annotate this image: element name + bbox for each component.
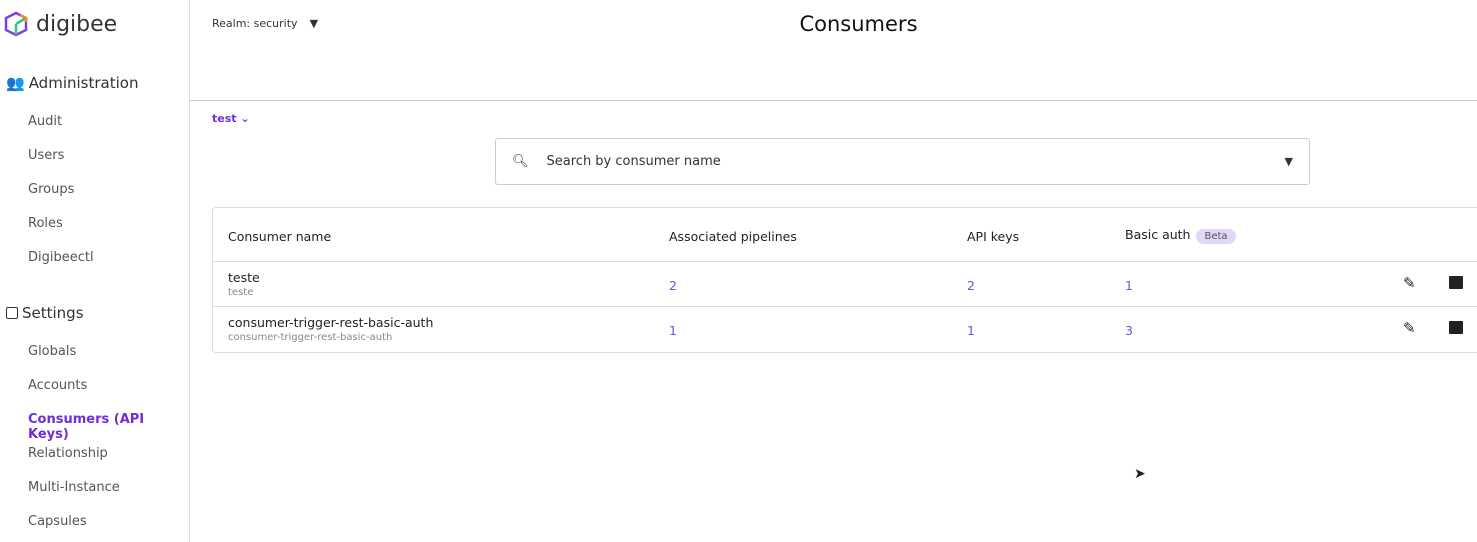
api-keys-count[interactable]: 1 [967,323,975,338]
section-administration[interactable]: 👥 Administration [6,74,138,92]
sidebar-item-audit[interactable]: Audit [28,114,62,129]
section-label: Settings [22,304,84,322]
main: Realm: security ▼ Consumers test ⌄ 🔍︎ Sea… [190,0,1477,542]
archive-icon[interactable] [1449,321,1463,334]
header-basic-auth-label: Basic auth [1125,227,1191,242]
sidebar-item-users[interactable]: Users [28,148,64,163]
users-icon: 👥 [6,74,25,92]
search-placeholder: Search by consumer name [546,154,721,169]
page-title: Consumers [799,12,918,36]
consumer-subtitle: teste [228,287,254,298]
search-input[interactable]: 🔍︎ Search by consumer name ▼ [495,138,1310,185]
sidebar-item-capsules[interactable]: Capsules [28,514,87,529]
consumer-name: consumer-trigger-rest-basic-auth [228,315,434,330]
api-keys-count[interactable]: 2 [967,278,975,293]
environment-label: test [212,112,237,125]
basic-auth-count[interactable]: 1 [1125,278,1133,293]
digibee-logo-icon [4,11,28,37]
logo[interactable]: digibee [2,10,117,38]
header-api-keys: API keys [967,229,1020,244]
sidebar-item-roles[interactable]: Roles [28,216,63,231]
sidebar-item-accounts[interactable]: Accounts [28,378,87,393]
consumer-name: teste [228,270,260,285]
section-settings[interactable]: Settings [6,304,84,322]
sidebar-item-consumers[interactable]: Consumers (API Keys) [28,412,189,442]
consumers-table: Consumer name Associated pipelines API k… [212,207,1477,353]
settings-icon [6,307,18,319]
basic-auth-count[interactable]: 3 [1125,323,1133,338]
sidebar-item-multi-instance[interactable]: Multi-Instance [28,480,120,495]
divider [190,100,1477,101]
header-basic-auth: Basic auth Beta [1125,227,1236,244]
sidebar-item-digibeectl[interactable]: Digibeectl [28,250,94,265]
table-row[interactable]: consumer-trigger-rest-basic-auth consume… [213,307,1477,353]
chevron-down-icon: ⌄ [240,112,250,125]
environment-selector[interactable]: test ⌄ [212,112,250,125]
caret-down-icon[interactable]: ▼ [1285,155,1293,168]
sidebar-item-globals[interactable]: Globals [28,344,76,359]
pipelines-count[interactable]: 2 [669,278,677,293]
table-header: Consumer name Associated pipelines API k… [213,208,1477,262]
mouse-cursor-icon: ➤ [1134,466,1146,482]
logo-text: digibee [36,11,118,37]
edit-pencil-icon[interactable]: ✎ [1403,319,1416,337]
header-pipelines: Associated pipelines [669,229,797,244]
table-row[interactable]: teste teste 2 2 1 ✎ [213,262,1477,307]
section-label: Administration [28,74,139,92]
sidebar: digibee 👥 Administration Audit Users Grou… [0,0,190,542]
sidebar-item-relationship[interactable]: Relationship [28,446,108,461]
beta-badge: Beta [1196,229,1236,244]
consumer-subtitle: consumer-trigger-rest-basic-auth [228,332,393,343]
search-icon: 🔍︎ [512,154,529,169]
edit-pencil-icon[interactable]: ✎ [1403,274,1416,292]
pipelines-count[interactable]: 1 [669,323,677,338]
sidebar-item-groups[interactable]: Groups [28,182,74,197]
header-consumer-name: Consumer name [228,229,332,244]
archive-icon[interactable] [1449,276,1463,289]
